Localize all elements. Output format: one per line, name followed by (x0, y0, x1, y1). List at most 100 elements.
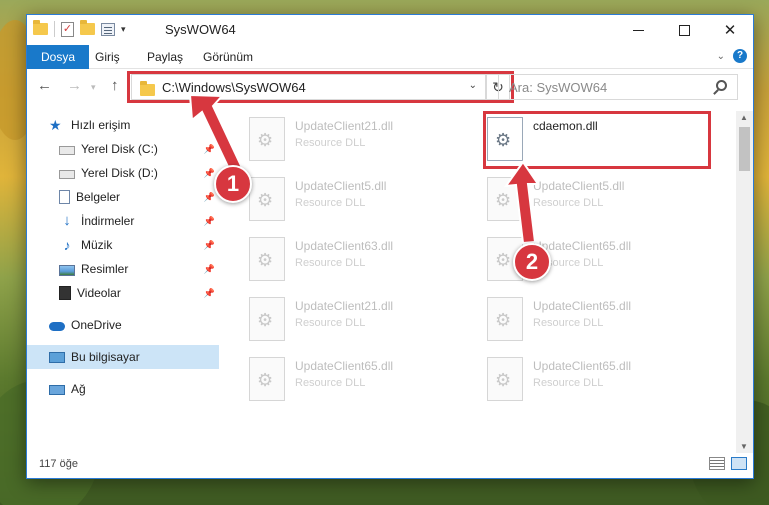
file-type: Resource DLL (295, 257, 366, 269)
tab-file[interactable]: Dosya (27, 45, 90, 69)
sidebar-item-label: Resimler (81, 262, 129, 276)
sidebar-item-local-disk-d[interactable]: Yerel Disk (D:) 📌 (27, 161, 219, 185)
dll-file-icon (249, 357, 285, 401)
ribbon-tabs: Dosya Giriş Paylaş Görünüm ⌄ ? (27, 45, 753, 69)
tab-view[interactable]: Görünüm (193, 45, 263, 69)
expand-ribbon-icon[interactable]: ⌄ (717, 51, 725, 62)
dll-file-icon (249, 177, 285, 221)
file-tile[interactable]: UpdateClient65.dll Resource DLL (479, 353, 709, 405)
file-tile[interactable]: UpdateClient65.dll Resource DLL (479, 293, 709, 345)
sidebar-item-onedrive[interactable]: OneDrive (27, 313, 219, 337)
file-name: UpdateClient21.dll (295, 299, 394, 313)
file-tile[interactable]: UpdateClient5.dll Resource DLL (479, 173, 709, 225)
view-buttons (709, 457, 747, 470)
sidebar-item-label: Belgeler (76, 190, 121, 204)
close-button[interactable]: ✕ (707, 15, 753, 45)
file-tile[interactable]: UpdateClient21.dll Resource DLL (241, 113, 471, 165)
drive-icon (59, 146, 75, 155)
music-icon: ♪ (63, 237, 71, 253)
scroll-down-icon[interactable]: ▼ (740, 442, 748, 451)
pin-icon: 📌 (203, 143, 215, 154)
star-icon: ★ (49, 117, 62, 133)
divider (54, 21, 55, 37)
file-type: Resource DLL (295, 137, 366, 149)
sidebar-item-label: Yerel Disk (C:) (81, 142, 158, 156)
details-view-icon[interactable] (709, 457, 725, 470)
sidebar-item-label: Bu bilgisayar (71, 350, 140, 364)
sidebar-item-label: Yerel Disk (D:) (81, 166, 158, 180)
up-button[interactable]: ↑ (111, 77, 119, 94)
dll-file-icon (249, 237, 285, 281)
help-icon[interactable]: ? (733, 49, 747, 63)
search-placeholder: Ara: SysWOW64 (509, 80, 608, 95)
file-type: Resource DLL (533, 317, 604, 329)
file-type: Resource DLL (533, 377, 604, 389)
recent-locations-icon[interactable]: ▾ (91, 82, 96, 93)
ribbon-controls: ⌄ ? (717, 49, 747, 63)
pin-icon: 📌 (203, 287, 215, 298)
file-name: UpdateClient65.dll (533, 359, 632, 373)
dll-file-icon (487, 357, 523, 401)
dll-file-icon (249, 297, 285, 341)
folder-icon (33, 20, 48, 35)
item-count: 117 öğe (39, 458, 78, 470)
file-name: UpdateClient5.dll (533, 179, 625, 193)
file-tile[interactable]: UpdateClient63.dll Resource DLL (241, 233, 471, 285)
dll-file-icon (487, 177, 523, 221)
file-tile[interactable]: UpdateClient65.dll Resource DLL (241, 353, 471, 405)
forward-button[interactable]: → (67, 77, 82, 94)
vertical-scrollbar[interactable]: ▲ ▼ (736, 111, 753, 453)
customize-icon[interactable] (101, 22, 115, 36)
minimize-icon (632, 29, 644, 31)
sidebar-item-label: OneDrive (71, 318, 122, 332)
download-icon: ↓ (63, 212, 71, 229)
sidebar-item-this-pc[interactable]: Bu bilgisayar (27, 345, 219, 369)
explorer-window: ✓ ▾ SysWOW64 ✕ Dosya Giriş Paylaş Görünü… (26, 14, 754, 479)
sidebar-item-local-disk-c[interactable]: Yerel Disk (C:) 📌 (27, 137, 219, 161)
tab-share[interactable]: Paylaş (137, 45, 193, 69)
pin-icon: 📌 (203, 263, 215, 274)
back-button[interactable]: ← (37, 77, 52, 94)
search-input[interactable]: Ara: SysWOW64 (498, 74, 738, 100)
file-tile[interactable]: UpdateClient5.dll Resource DLL (241, 173, 471, 225)
file-type: Resource DLL (533, 197, 604, 209)
pin-icon: 📌 (203, 239, 215, 250)
customize-dropdown-icon[interactable]: ▾ (121, 24, 126, 35)
sidebar-item-label: İndirmeler (81, 214, 135, 228)
navigation-bar: ← → ▾ ↑ C:\Windows\SysWOW64 ⌄ ↻ Ara: Sys… (27, 71, 753, 103)
maximize-button[interactable] (661, 15, 707, 45)
pin-icon: 📌 (203, 215, 215, 226)
sidebar-item-videos[interactable]: Videolar 📌 (27, 281, 219, 305)
file-name: UpdateClient63.dll (295, 239, 394, 253)
tab-home[interactable]: Giriş (85, 45, 130, 69)
file-type: Resource DLL (295, 197, 366, 209)
sidebar-item-downloads[interactable]: ↓ İndirmeler 📌 (27, 209, 219, 233)
file-tile[interactable]: UpdateClient21.dll Resource DLL (241, 293, 471, 345)
maximize-icon (678, 24, 690, 36)
sidebar-item-network[interactable]: Ağ (27, 377, 219, 401)
search-icon[interactable] (716, 80, 727, 91)
drive-icon (59, 170, 75, 179)
large-icons-view-icon[interactable] (731, 457, 747, 470)
file-name: UpdateClient21.dll (295, 119, 394, 133)
sidebar-item-label: Hızlı erişim (71, 118, 131, 132)
sidebar-item-documents[interactable]: Belgeler 📌 (27, 185, 219, 209)
window-controls: ✕ (615, 15, 753, 45)
properties-check-icon[interactable]: ✓ (61, 21, 74, 37)
file-name: UpdateClient5.dll (295, 179, 387, 193)
sidebar-item-label: Müzik (81, 238, 113, 252)
network-icon (49, 385, 65, 395)
sidebar-item-pictures[interactable]: Resimler 📌 (27, 257, 219, 281)
pictures-icon (59, 264, 75, 276)
document-icon (59, 190, 70, 204)
status-bar: 117 öğe (27, 452, 753, 478)
minimize-button[interactable] (615, 15, 661, 45)
new-folder-icon[interactable] (80, 20, 95, 35)
sidebar-item-quick-access[interactable]: ★ Hızlı erişim (27, 113, 219, 137)
quick-access-toolbar: ✓ ▾ (33, 20, 126, 37)
video-icon (59, 286, 71, 300)
scroll-thumb[interactable] (739, 127, 750, 171)
annotation-badge-1: 1 (214, 165, 252, 203)
sidebar-item-music[interactable]: ♪ Müzik 📌 (27, 233, 219, 257)
scroll-up-icon[interactable]: ▲ (740, 113, 748, 122)
